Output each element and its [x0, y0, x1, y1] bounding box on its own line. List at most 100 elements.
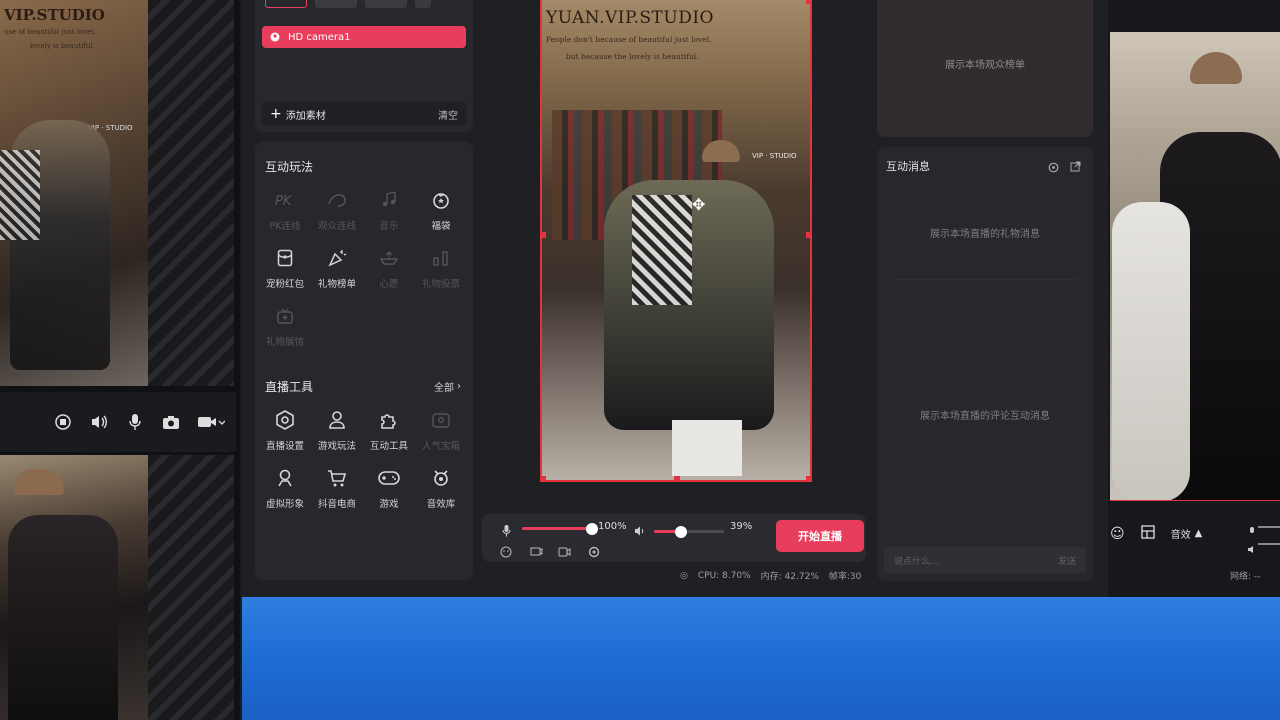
scene-tab-3[interactable]: [365, 0, 407, 8]
resize-handle-left[interactable]: [542, 232, 546, 238]
interactive-item-4[interactable]: 宠粉红包: [259, 246, 311, 290]
tool-item-0[interactable]: 直播设置: [259, 408, 311, 452]
tool-item-1[interactable]: 游戏玩法: [311, 408, 363, 452]
messages-divider: [893, 279, 1077, 280]
mic-icon[interactable]: [124, 411, 146, 433]
add-material-button[interactable]: + 添加素材: [270, 107, 326, 122]
tool-item-label: 抖音电商: [317, 499, 356, 510]
interactive-item-8: 礼物展馆: [259, 304, 311, 348]
interactive-item-5[interactable]: 礼物榜单: [311, 246, 363, 290]
live-app-window: HD camera1 + 添加素材 清空 互动玩法 PK PK连线 观众连线 音乐 福袋…: [242, 0, 1108, 597]
screen-cast-icon[interactable]: [530, 543, 543, 562]
speaker-slider-knob[interactable]: [675, 525, 688, 538]
effects-dropdown[interactable]: 音效 ▲: [1171, 526, 1203, 541]
live-settings-icon: [273, 408, 297, 432]
resize-handle-tr[interactable]: [806, 0, 810, 4]
features-card: 互动玩法 PK PK连线 观众连线 音乐 福袋 宠粉红包 礼物榜单 心愿 礼物投票 礼物展馆 直播…: [255, 142, 473, 580]
game-play-icon: [325, 408, 349, 432]
interactive-item-0: PK PK连线: [259, 188, 311, 232]
right-preview-border: [1110, 500, 1280, 501]
left-controls-bar: [0, 392, 236, 452]
interactive-item-label: 观众连线: [317, 221, 356, 232]
tools-all-link[interactable]: 全部 ›: [434, 379, 461, 394]
interactive-item-label: 宠粉红包: [265, 279, 304, 290]
scene-tab-2[interactable]: [315, 0, 357, 8]
tools-all-label: 全部: [434, 383, 454, 394]
mic-percent: 100%: [598, 521, 627, 532]
right-speaker-slider[interactable]: [1258, 543, 1280, 545]
music-icon: [377, 188, 401, 212]
tool-item-3: 人气宝箱: [415, 408, 467, 452]
tool-item-5[interactable]: 抖音电商: [311, 466, 363, 510]
message-input[interactable]: 说点什么...: [894, 554, 939, 567]
record-icon[interactable]: [558, 543, 571, 562]
resize-handle-br[interactable]: [806, 476, 810, 480]
volume-icon[interactable]: [88, 411, 110, 433]
beauty-icon[interactable]: [500, 543, 512, 562]
right-mic-slider[interactable]: [1258, 526, 1280, 528]
interactive-grid: PK PK连线 观众连线 音乐 福袋宠粉红包 礼物榜单 心愿 礼物投票礼物展馆: [259, 188, 469, 348]
add-material-label: 添加素材: [285, 110, 326, 122]
resize-handle-bottom[interactable]: [674, 476, 680, 480]
mic-slider[interactable]: [522, 522, 598, 535]
gift-vote-icon: [429, 246, 453, 270]
message-input-bar: 说点什么... 发送: [884, 547, 1086, 573]
white-coat-shape: [1112, 202, 1190, 500]
cap-shape: [1190, 52, 1242, 84]
tool-item-2[interactable]: 互动工具: [363, 408, 415, 452]
move-cursor-icon: ✥: [692, 195, 706, 214]
left-studio-line2: lovely is beautiful.: [30, 42, 95, 50]
mic-small-icon[interactable]: [502, 522, 511, 541]
fps-status: 帧率:30: [828, 572, 862, 582]
tool-item-label: 游戏玩法: [317, 441, 356, 452]
left-preview-top: VIP.STUDIO use of beautiful just lovel, …: [0, 0, 148, 386]
video-icon[interactable]: [196, 411, 226, 433]
add-material-bar: + 添加素材 清空: [262, 102, 466, 126]
messages-card: 互动消息 展示本场直播的礼物消息 展示本场直播的评论互动消息 说点什么... 发…: [877, 147, 1093, 581]
interactive-item-label: 心愿: [379, 279, 399, 290]
tool-item-label: 游戏: [379, 499, 399, 510]
resize-handle-bl[interactable]: [542, 476, 546, 480]
box-shape: [672, 420, 742, 476]
popout-icon[interactable]: [1070, 157, 1081, 176]
source-item-hd-camera[interactable]: HD camera1: [262, 26, 466, 48]
scene-tab-1[interactable]: [265, 0, 307, 8]
memory-status: 内存: 42.72%: [760, 572, 819, 582]
shelf-sign: VIP · STUDIO: [752, 152, 797, 160]
resize-handle-right[interactable]: [806, 232, 810, 238]
settings-gear-icon[interactable]: [588, 543, 600, 562]
right-speaker-icon[interactable]: [1248, 539, 1257, 558]
tool-item-4[interactable]: 虚拟形象: [259, 466, 311, 510]
cpu-status: CPU: 8.70%: [697, 570, 751, 581]
interactive-item-3[interactable]: 福袋: [415, 188, 467, 232]
stop-icon[interactable]: [52, 411, 74, 433]
speaker-small-icon[interactable]: [634, 522, 646, 541]
garment-shape: [632, 195, 692, 305]
left-preview-bottom: [0, 455, 148, 720]
clear-button[interactable]: 清空: [438, 107, 458, 122]
emoji-icon[interactable]: ☺: [1110, 526, 1125, 542]
tool-item-6[interactable]: 游戏: [363, 466, 415, 510]
network-status: 网络: --: [1230, 572, 1261, 582]
gift-hall-icon: [273, 304, 297, 328]
interactive-item-label: 音乐: [379, 221, 399, 232]
source-item-label: HD camera1: [288, 31, 351, 43]
start-live-button[interactable]: 开始直播: [776, 520, 864, 552]
layout-icon[interactable]: [1140, 524, 1155, 543]
camera-source-icon: [270, 32, 280, 42]
interactive-item-label: 礼物投票: [421, 279, 460, 290]
scene-tab-add[interactable]: [415, 0, 431, 8]
interactive-item-6: 心愿: [363, 246, 415, 290]
left-external-window: VIP.STUDIO use of beautiful just lovel, …: [0, 0, 240, 720]
cart-icon: [325, 466, 349, 490]
studio-line1: People don't because of beautiful just l…: [546, 35, 712, 44]
camera-snap-icon[interactable]: [160, 411, 182, 433]
studio-line2: but because the lovely is beautiful.: [566, 52, 699, 61]
send-button[interactable]: 发送: [1058, 554, 1076, 567]
video-preview[interactable]: YUAN.VIP.STUDIO People don't because of …: [540, 0, 812, 482]
message-settings-icon[interactable]: [1048, 158, 1059, 177]
interactive-item-label: 礼物展馆: [265, 337, 304, 348]
speaker-slider[interactable]: [654, 525, 724, 538]
mic-slider-knob[interactable]: [586, 522, 598, 535]
tool-item-7[interactable]: 音效库: [415, 466, 467, 510]
